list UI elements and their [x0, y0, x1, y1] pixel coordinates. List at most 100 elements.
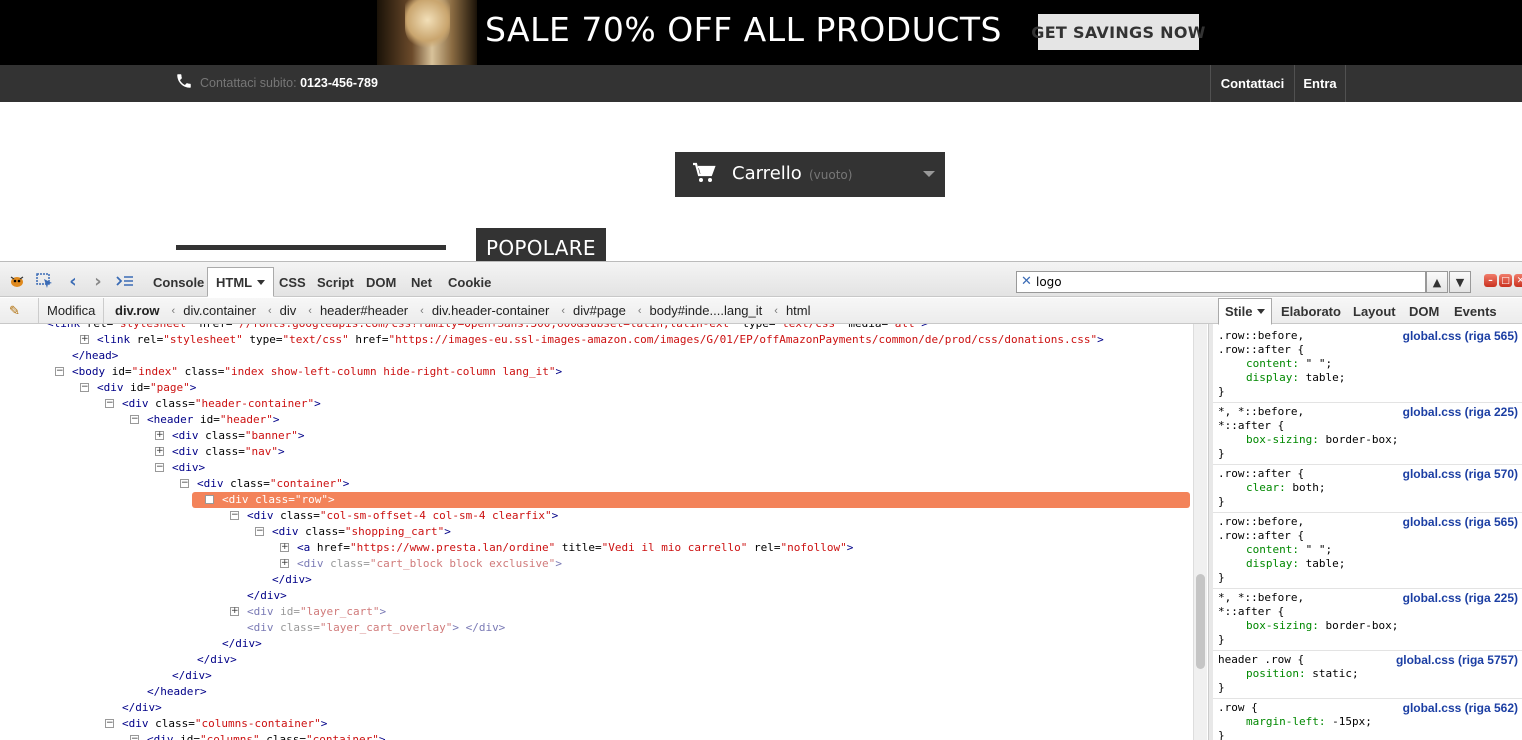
search-previous-button[interactable]: ▲ — [1426, 271, 1448, 293]
command-line-icon[interactable] — [116, 272, 134, 290]
tree-node[interactable]: </div> — [0, 636, 1193, 652]
css-rule[interactable]: *, *::before, *::after {global.css (riga… — [1218, 405, 1518, 461]
css-property[interactable]: display: table; — [1218, 557, 1518, 571]
css-rule[interactable]: .row::after {global.css (riga 570) clear:… — [1218, 467, 1518, 509]
tree-node[interactable]: </div> — [0, 588, 1193, 604]
firebug-icon[interactable] — [8, 272, 26, 290]
css-property[interactable]: display: table; — [1218, 371, 1518, 385]
html-tree[interactable]: <link rel="stylesheet" href="//fonts.goo… — [0, 324, 1193, 740]
minimize-icon[interactable]: – — [1484, 274, 1497, 287]
tree-node[interactable]: + <div id="layer_cart"> — [0, 604, 1193, 620]
shopping-cart-button[interactable]: Carrello (vuoto) — [675, 152, 945, 197]
breadcrumb-item[interactable]: div.container — [180, 303, 259, 318]
css-property[interactable]: content: " "; — [1218, 357, 1518, 371]
tab-css[interactable]: CSS — [271, 267, 314, 297]
contact-link[interactable]: Contattaci — [1210, 65, 1294, 102]
tab-dom[interactable]: DOM — [358, 267, 404, 297]
tree-node[interactable]: + <div class="cart_block block exclusive"… — [0, 556, 1193, 572]
tree-node[interactable]: − <div id="page"> — [0, 380, 1193, 396]
tab-popular[interactable]: POPOLARE — [476, 228, 606, 261]
side-tab-style[interactable]: Stile — [1218, 298, 1273, 325]
css-property[interactable]: margin-left: -15px; — [1218, 715, 1518, 729]
tree-node[interactable]: </div> — [0, 652, 1193, 668]
edit-button[interactable]: Modifica — [38, 298, 105, 323]
tree-node[interactable]: − <body id="index" class="index show-left… — [0, 364, 1193, 380]
tab-html[interactable]: HTML — [207, 267, 275, 297]
tree-node[interactable]: </head> — [0, 348, 1193, 364]
clear-search-icon[interactable]: ✕ — [1021, 274, 1032, 289]
css-property[interactable]: position: static; — [1218, 667, 1518, 681]
breadcrumb-item[interactable]: html — [783, 303, 814, 318]
search-next-button[interactable]: ▼ — [1449, 271, 1471, 293]
get-savings-button[interactable]: GET SAVINGS NOW — [1031, 14, 1205, 50]
css-source-link[interactable]: global.css (riga 562) — [1403, 701, 1518, 715]
expand-icon[interactable]: + — [80, 335, 89, 344]
tree-node-selected[interactable]: − <div class="row"> — [192, 492, 1190, 508]
login-link[interactable]: Entra — [1294, 65, 1346, 102]
tree-node[interactable]: + <link rel="stylesheet" type="text/css" … — [0, 332, 1193, 348]
tree-node[interactable]: + <a href="https://www.presta.lan/ordine"… — [0, 540, 1193, 556]
breadcrumb-item[interactable]: header#header — [317, 303, 411, 318]
collapse-icon[interactable]: − — [205, 495, 214, 504]
collapse-icon[interactable]: − — [180, 479, 189, 488]
expand-icon[interactable]: + — [155, 447, 164, 456]
close-icon[interactable]: ✕ — [1514, 274, 1522, 287]
chevron-down-icon[interactable] — [257, 279, 266, 285]
collapse-icon[interactable]: − — [230, 511, 239, 520]
tree-node[interactable]: − <div class="header-container"> — [0, 396, 1193, 412]
expand-icon[interactable]: + — [280, 543, 289, 552]
tree-node[interactable]: + <div class="banner"> — [0, 428, 1193, 444]
tree-node[interactable]: − <div id="columns" class="container"> — [0, 732, 1193, 740]
tab-script[interactable]: Script — [309, 267, 362, 297]
css-rule[interactable]: .row {global.css (riga 562) margin-left: … — [1218, 701, 1518, 740]
css-source-link[interactable]: global.css (riga 225) — [1403, 591, 1518, 605]
tree-scrollbar[interactable] — [1193, 324, 1207, 740]
tree-node[interactable]: − <div class="container"> — [0, 476, 1193, 492]
collapse-icon[interactable]: − — [55, 367, 64, 376]
side-tab-computed[interactable]: Elaborato — [1281, 298, 1341, 324]
collapse-icon[interactable]: − — [80, 383, 89, 392]
css-property[interactable]: box-sizing: border-box; — [1218, 433, 1518, 447]
css-property[interactable]: content: " "; — [1218, 543, 1518, 557]
tree-node[interactable]: − <div class="shopping_cart"> — [0, 524, 1193, 540]
tree-node[interactable]: − <header id="header"> — [0, 412, 1193, 428]
tree-node[interactable]: + <div class="nav"> — [0, 444, 1193, 460]
collapse-icon[interactable]: − — [130, 415, 139, 424]
breadcrumb-item[interactable]: div.row — [112, 303, 163, 318]
collapse-icon[interactable]: − — [155, 463, 164, 472]
detach-icon[interactable]: □ — [1499, 274, 1512, 287]
tree-node[interactable]: </div> — [0, 700, 1193, 716]
breadcrumb-item[interactable]: div — [277, 303, 300, 318]
tab-console[interactable]: Console — [145, 267, 212, 297]
collapse-icon[interactable]: − — [105, 399, 114, 408]
css-rule[interactable]: *, *::before, *::after {global.css (riga… — [1218, 591, 1518, 647]
search-box[interactable]: ✕ — [1016, 271, 1426, 293]
collapse-icon[interactable]: − — [130, 735, 139, 740]
breadcrumb-item[interactable]: body#inde....lang_it — [647, 303, 766, 318]
css-rule[interactable]: .row::before, .row::after {global.css (r… — [1218, 515, 1518, 585]
css-source-link[interactable]: global.css (riga 565) — [1403, 515, 1518, 529]
promo-banner[interactable]: SALE 70% OFF ALL PRODUCTS GET SAVINGS NO… — [0, 0, 1522, 65]
scrollbar-thumb[interactable] — [1196, 574, 1205, 669]
css-source-link[interactable]: global.css (riga 5757) — [1396, 653, 1518, 667]
side-tab-events[interactable]: Events — [1454, 298, 1497, 324]
collapse-icon[interactable]: − — [255, 527, 264, 536]
breadcrumb-item[interactable]: div.header-container — [429, 303, 553, 318]
css-property[interactable]: clear: both; — [1218, 481, 1518, 495]
css-property[interactable]: box-sizing: border-box; — [1218, 619, 1518, 633]
css-source-link[interactable]: global.css (riga 565) — [1403, 329, 1518, 343]
side-tab-layout[interactable]: Layout — [1353, 298, 1396, 324]
css-source-link[interactable]: global.css (riga 570) — [1403, 467, 1518, 481]
tree-node[interactable]: </header> — [0, 684, 1193, 700]
tree-node[interactable]: − <div class="columns-container"> — [0, 716, 1193, 732]
inspect-icon[interactable] — [36, 272, 54, 290]
tree-node[interactable]: − <div> — [0, 460, 1193, 476]
side-tab-dom[interactable]: DOM — [1409, 298, 1439, 324]
css-source-link[interactable]: global.css (riga 225) — [1403, 405, 1518, 419]
tree-node[interactable]: <div class="layer_cart_overlay"> </div> — [0, 620, 1193, 636]
edit-mode-icon[interactable]: ✎ — [9, 303, 20, 319]
css-rule[interactable]: header .row {global.css (riga 5757) posit… — [1218, 653, 1518, 695]
tree-node[interactable]: </div> — [0, 572, 1193, 588]
breadcrumb-item[interactable]: div#page — [570, 303, 629, 318]
forward-icon[interactable]: › — [89, 271, 107, 292]
